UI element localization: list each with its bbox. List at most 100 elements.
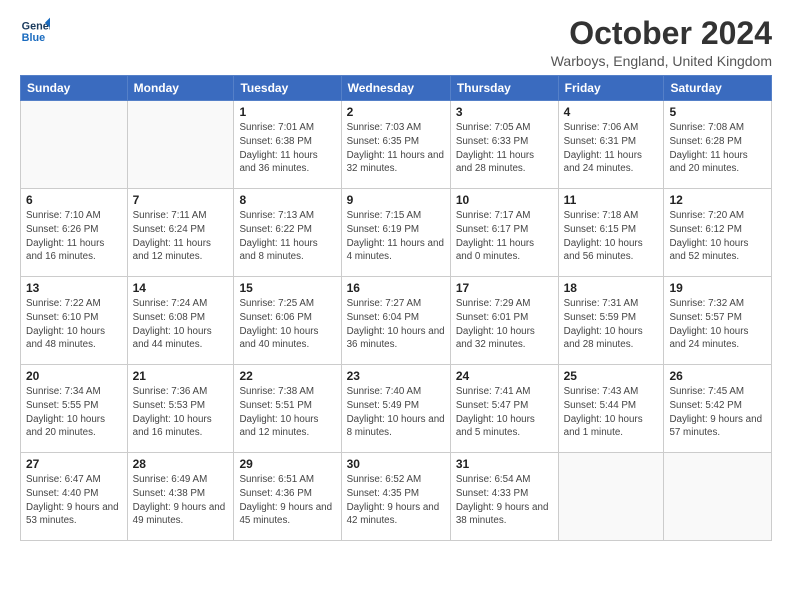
header-row: Sunday Monday Tuesday Wednesday Thursday… bbox=[21, 76, 772, 101]
table-cell: 10Sunrise: 7:17 AM Sunset: 6:17 PM Dayli… bbox=[450, 189, 558, 277]
day-number: 21 bbox=[133, 369, 229, 383]
day-info: Sunrise: 7:11 AM Sunset: 6:24 PM Dayligh… bbox=[133, 209, 229, 264]
day-info: Sunrise: 7:38 AM Sunset: 5:51 PM Dayligh… bbox=[239, 385, 335, 440]
day-number: 11 bbox=[564, 193, 659, 207]
table-cell: 22 Sunrise: 7:38 AM Sunset: 5:51 PM Dayli… bbox=[234, 365, 341, 453]
table-cell: 30 Sunrise: 6:52 AM Sunset: 4:35 PM Dayli… bbox=[341, 453, 450, 541]
table-cell: 29 Sunrise: 6:51 AM Sunset: 4:36 PM Dayli… bbox=[234, 453, 341, 541]
day-number: 23 bbox=[347, 369, 445, 383]
day-info: Sunrise: 7:20 AM Sunset: 6:12 PM Dayligh… bbox=[669, 209, 766, 264]
day-number: 16 bbox=[347, 281, 445, 295]
day-info: Sunrise: 6:47 AM Sunset: 4:40 PM Dayligh… bbox=[26, 473, 122, 528]
day-info: Sunrise: 7:24 AM Sunset: 6:08 PM Dayligh… bbox=[133, 297, 229, 352]
logo-icon: General Blue bbox=[20, 16, 50, 46]
week-row-3: 13Sunrise: 7:22 AM Sunset: 6:10 PM Dayli… bbox=[21, 277, 772, 365]
day-number: 17 bbox=[456, 281, 553, 295]
day-info: Sunrise: 6:54 AM Sunset: 4:33 PM Dayligh… bbox=[456, 473, 553, 528]
col-wednesday: Wednesday bbox=[341, 76, 450, 101]
table-cell: 16 Sunrise: 7:27 AM Sunset: 6:04 PM Dayli… bbox=[341, 277, 450, 365]
table-cell: 3 Sunrise: 7:05 AM Sunset: 6:33 PM Daylig… bbox=[450, 101, 558, 189]
col-saturday: Saturday bbox=[664, 76, 772, 101]
day-number: 27 bbox=[26, 457, 122, 471]
day-number: 15 bbox=[239, 281, 335, 295]
day-info: Sunrise: 7:15 AM Sunset: 6:19 PM Dayligh… bbox=[347, 209, 445, 264]
table-cell: 4 Sunrise: 7:06 AM Sunset: 6:31 PM Daylig… bbox=[558, 101, 664, 189]
day-number: 24 bbox=[456, 369, 553, 383]
day-info: Sunrise: 7:06 AM Sunset: 6:31 PM Dayligh… bbox=[564, 121, 659, 176]
table-cell: 21 Sunrise: 7:36 AM Sunset: 5:53 PM Dayli… bbox=[127, 365, 234, 453]
day-info: Sunrise: 7:18 AM Sunset: 6:15 PM Dayligh… bbox=[564, 209, 659, 264]
table-cell: 12 Sunrise: 7:20 AM Sunset: 6:12 PM Dayli… bbox=[664, 189, 772, 277]
day-number: 2 bbox=[347, 105, 445, 119]
day-number: 6 bbox=[26, 193, 122, 207]
day-number: 12 bbox=[669, 193, 766, 207]
day-number: 7 bbox=[133, 193, 229, 207]
day-info: Sunrise: 6:51 AM Sunset: 4:36 PM Dayligh… bbox=[239, 473, 335, 528]
day-number: 29 bbox=[239, 457, 335, 471]
table-cell: 26 Sunrise: 7:45 AM Sunset: 5:42 PM Dayli… bbox=[664, 365, 772, 453]
week-row-4: 20Sunrise: 7:34 AM Sunset: 5:55 PM Dayli… bbox=[21, 365, 772, 453]
week-row-2: 6 Sunrise: 7:10 AM Sunset: 6:26 PM Daylig… bbox=[21, 189, 772, 277]
table-cell bbox=[558, 453, 664, 541]
day-info: Sunrise: 7:43 AM Sunset: 5:44 PM Dayligh… bbox=[564, 385, 659, 440]
day-info: Sunrise: 7:03 AM Sunset: 6:35 PM Dayligh… bbox=[347, 121, 445, 176]
day-info: Sunrise: 7:01 AM Sunset: 6:38 PM Dayligh… bbox=[239, 121, 335, 176]
day-info: Sunrise: 7:29 AM Sunset: 6:01 PM Dayligh… bbox=[456, 297, 553, 352]
table-cell: 31 Sunrise: 6:54 AM Sunset: 4:33 PM Dayli… bbox=[450, 453, 558, 541]
day-number: 20 bbox=[26, 369, 122, 383]
day-number: 9 bbox=[347, 193, 445, 207]
day-number: 25 bbox=[564, 369, 659, 383]
table-cell: 27 Sunrise: 6:47 AM Sunset: 4:40 PM Dayli… bbox=[21, 453, 128, 541]
day-number: 30 bbox=[347, 457, 445, 471]
col-thursday: Thursday bbox=[450, 76, 558, 101]
page-header: General Blue October 2024 Warboys, Engla… bbox=[20, 16, 772, 69]
day-info: Sunrise: 6:52 AM Sunset: 4:35 PM Dayligh… bbox=[347, 473, 445, 528]
week-row-1: 1 Sunrise: 7:01 AM Sunset: 6:38 PM Daylig… bbox=[21, 101, 772, 189]
table-cell bbox=[127, 101, 234, 189]
table-cell: 9 Sunrise: 7:15 AM Sunset: 6:19 PM Daylig… bbox=[341, 189, 450, 277]
table-cell: 18 Sunrise: 7:31 AM Sunset: 5:59 PM Dayli… bbox=[558, 277, 664, 365]
day-info: Sunrise: 7:22 AM Sunset: 6:10 PM Dayligh… bbox=[26, 297, 122, 352]
calendar-table: Sunday Monday Tuesday Wednesday Thursday… bbox=[20, 75, 772, 541]
day-number: 10 bbox=[456, 193, 553, 207]
table-cell: 25 Sunrise: 7:43 AM Sunset: 5:44 PM Dayli… bbox=[558, 365, 664, 453]
table-cell: 17 Sunrise: 7:29 AM Sunset: 6:01 PM Dayli… bbox=[450, 277, 558, 365]
day-info: Sunrise: 7:41 AM Sunset: 5:47 PM Dayligh… bbox=[456, 385, 553, 440]
title-area: October 2024 Warboys, England, United Ki… bbox=[551, 16, 772, 69]
table-cell: 2 Sunrise: 7:03 AM Sunset: 6:35 PM Daylig… bbox=[341, 101, 450, 189]
day-info: Sunrise: 7:25 AM Sunset: 6:06 PM Dayligh… bbox=[239, 297, 335, 352]
table-cell: 28Sunrise: 6:49 AM Sunset: 4:38 PM Dayli… bbox=[127, 453, 234, 541]
day-number: 26 bbox=[669, 369, 766, 383]
day-info: Sunrise: 7:36 AM Sunset: 5:53 PM Dayligh… bbox=[133, 385, 229, 440]
table-cell: 5 Sunrise: 7:08 AM Sunset: 6:28 PM Daylig… bbox=[664, 101, 772, 189]
day-number: 19 bbox=[669, 281, 766, 295]
table-cell: 11 Sunrise: 7:18 AM Sunset: 6:15 PM Dayli… bbox=[558, 189, 664, 277]
day-info: Sunrise: 7:27 AM Sunset: 6:04 PM Dayligh… bbox=[347, 297, 445, 352]
table-cell bbox=[21, 101, 128, 189]
day-info: Sunrise: 7:10 AM Sunset: 6:26 PM Dayligh… bbox=[26, 209, 122, 264]
day-info: Sunrise: 7:45 AM Sunset: 5:42 PM Dayligh… bbox=[669, 385, 766, 440]
day-number: 5 bbox=[669, 105, 766, 119]
week-row-5: 27 Sunrise: 6:47 AM Sunset: 4:40 PM Dayli… bbox=[21, 453, 772, 541]
month-title: October 2024 bbox=[551, 16, 772, 51]
day-info: Sunrise: 7:40 AM Sunset: 5:49 PM Dayligh… bbox=[347, 385, 445, 440]
day-number: 1 bbox=[239, 105, 335, 119]
day-number: 14 bbox=[133, 281, 229, 295]
table-cell: 7 Sunrise: 7:11 AM Sunset: 6:24 PM Daylig… bbox=[127, 189, 234, 277]
day-number: 3 bbox=[456, 105, 553, 119]
logo: General Blue bbox=[20, 16, 50, 46]
day-info: Sunrise: 7:08 AM Sunset: 6:28 PM Dayligh… bbox=[669, 121, 766, 176]
table-cell: 20Sunrise: 7:34 AM Sunset: 5:55 PM Dayli… bbox=[21, 365, 128, 453]
day-number: 4 bbox=[564, 105, 659, 119]
day-number: 8 bbox=[239, 193, 335, 207]
day-info: Sunrise: 7:05 AM Sunset: 6:33 PM Dayligh… bbox=[456, 121, 553, 176]
table-cell: 6 Sunrise: 7:10 AM Sunset: 6:26 PM Daylig… bbox=[21, 189, 128, 277]
day-number: 22 bbox=[239, 369, 335, 383]
day-info: Sunrise: 7:31 AM Sunset: 5:59 PM Dayligh… bbox=[564, 297, 659, 352]
table-cell bbox=[664, 453, 772, 541]
day-number: 18 bbox=[564, 281, 659, 295]
col-friday: Friday bbox=[558, 76, 664, 101]
table-cell: 24 Sunrise: 7:41 AM Sunset: 5:47 PM Dayli… bbox=[450, 365, 558, 453]
table-cell: 1 Sunrise: 7:01 AM Sunset: 6:38 PM Daylig… bbox=[234, 101, 341, 189]
day-number: 31 bbox=[456, 457, 553, 471]
